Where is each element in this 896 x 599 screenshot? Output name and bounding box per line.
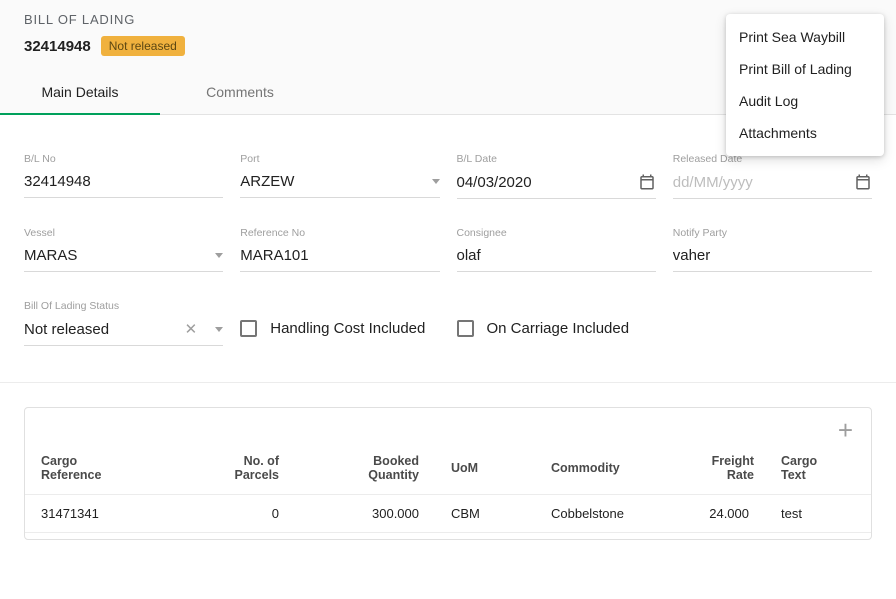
tab-main-details[interactable]: Main Details bbox=[0, 72, 160, 115]
bl-no-value: 32414948 bbox=[24, 173, 223, 190]
field-reference-no: Reference No MARA101 bbox=[240, 227, 439, 272]
checkbox-box bbox=[240, 320, 257, 337]
cell-uom: CBM bbox=[435, 495, 535, 533]
add-cargo-button[interactable]: + bbox=[838, 420, 853, 440]
section-divider bbox=[0, 382, 896, 383]
form-grid: B/L No 32414948 Port ARZEW B/L Date 04/0… bbox=[24, 153, 872, 346]
cell-booked-quantity: 300.000 bbox=[295, 495, 435, 533]
chevron-down-icon bbox=[432, 179, 440, 184]
cell-no-of-parcels: 0 bbox=[195, 495, 295, 533]
field-bl-date: B/L Date 04/03/2020 bbox=[457, 153, 656, 199]
cargo-table-header-row: Cargo Reference No. of Parcels Booked Qu… bbox=[25, 446, 871, 495]
cell-cargo-reference: 31471341 bbox=[25, 495, 195, 533]
released-date-input[interactable]: dd/MM/yyyy bbox=[673, 173, 872, 199]
bl-status-select[interactable]: Not released ✕ bbox=[24, 320, 223, 346]
checkbox-box bbox=[457, 320, 474, 337]
tab-main-details-label: Main Details bbox=[41, 84, 118, 100]
spacer bbox=[673, 300, 872, 346]
tab-comments[interactable]: Comments bbox=[160, 72, 320, 114]
menu-item-attachments[interactable]: Attachments bbox=[726, 117, 884, 149]
bl-date-input[interactable]: 04/03/2020 bbox=[457, 173, 656, 199]
vessel-value: MARAS bbox=[24, 247, 207, 264]
bl-date-value: 04/03/2020 bbox=[457, 174, 632, 191]
actions-dropdown-menu: Print Sea Waybill Print Bill of Lading A… bbox=[726, 14, 884, 156]
menu-item-print-sea-waybill[interactable]: Print Sea Waybill bbox=[726, 21, 884, 53]
tab-comments-label: Comments bbox=[206, 84, 274, 100]
table-row[interactable]: 31471341 0 300.000 CBM Cobbelstone 24.00… bbox=[25, 495, 871, 533]
bl-date-label: B/L Date bbox=[457, 153, 656, 165]
menu-item-print-bill-of-lading[interactable]: Print Bill of Lading bbox=[726, 53, 884, 85]
chevron-down-icon bbox=[215, 327, 223, 332]
reference-no-input[interactable]: MARA101 bbox=[240, 247, 439, 272]
col-header-no-of-parcels: No. of Parcels bbox=[195, 446, 295, 495]
col-header-freight-rate: Freight Rate bbox=[690, 446, 765, 495]
field-released-date: Released Date dd/MM/yyyy bbox=[673, 153, 872, 199]
field-port: Port ARZEW bbox=[240, 153, 439, 199]
chevron-down-icon bbox=[215, 253, 223, 258]
handling-cost-label: Handling Cost Included bbox=[270, 320, 425, 337]
bl-no-label: B/L No bbox=[24, 153, 223, 165]
calendar-icon[interactable] bbox=[854, 173, 872, 191]
reference-no-label: Reference No bbox=[240, 227, 439, 239]
bl-number: 32414948 bbox=[24, 38, 91, 55]
cell-commodity: Cobbelstone bbox=[535, 495, 690, 533]
consignee-value: olaf bbox=[457, 247, 656, 264]
port-value: ARZEW bbox=[240, 173, 423, 190]
status-badge: Not released bbox=[101, 36, 185, 56]
reference-no-value: MARA101 bbox=[240, 247, 439, 264]
notify-party-input[interactable]: vaher bbox=[673, 247, 872, 272]
consignee-label: Consignee bbox=[457, 227, 656, 239]
notify-party-value: vaher bbox=[673, 247, 872, 264]
consignee-input[interactable]: olaf bbox=[457, 247, 656, 272]
field-vessel: Vessel MARAS bbox=[24, 227, 223, 272]
col-header-cargo-reference: Cargo Reference bbox=[25, 446, 195, 495]
vessel-label: Vessel bbox=[24, 227, 223, 239]
field-consignee: Consignee olaf bbox=[457, 227, 656, 272]
handling-cost-checkbox[interactable]: Handling Cost Included bbox=[240, 320, 439, 337]
field-bl-no: B/L No 32414948 bbox=[24, 153, 223, 199]
field-bl-status: Bill Of Lading Status Not released ✕ bbox=[24, 300, 223, 346]
port-label: Port bbox=[240, 153, 439, 165]
notify-party-label: Notify Party bbox=[673, 227, 872, 239]
bl-status-label: Bill Of Lading Status bbox=[24, 300, 223, 312]
port-select[interactable]: ARZEW bbox=[240, 173, 439, 198]
on-carriage-label: On Carriage Included bbox=[487, 320, 630, 337]
bl-status-value: Not released bbox=[24, 321, 181, 338]
calendar-icon[interactable] bbox=[638, 173, 656, 191]
bl-no-input[interactable]: 32414948 bbox=[24, 173, 223, 198]
cell-freight-rate: 24.000 bbox=[690, 495, 765, 533]
menu-item-audit-log[interactable]: Audit Log bbox=[726, 85, 884, 117]
vessel-select[interactable]: MARAS bbox=[24, 247, 223, 272]
col-header-commodity: Commodity bbox=[535, 446, 690, 495]
on-carriage-checkbox[interactable]: On Carriage Included bbox=[457, 320, 656, 337]
col-header-cargo-text: Cargo Text bbox=[765, 446, 871, 495]
col-header-booked-quantity: Booked Quantity bbox=[295, 446, 435, 495]
cell-cargo-text: test bbox=[765, 495, 871, 533]
cargo-table: Cargo Reference No. of Parcels Booked Qu… bbox=[25, 446, 871, 533]
clear-icon[interactable]: ✕ bbox=[185, 320, 198, 338]
cargo-table-card: + Cargo Reference No. of Parcels Booked … bbox=[24, 407, 872, 540]
col-header-uom: UoM bbox=[435, 446, 535, 495]
cargo-table-toolbar: + bbox=[25, 408, 871, 440]
released-date-placeholder: dd/MM/yyyy bbox=[673, 174, 848, 191]
field-notify-party: Notify Party vaher bbox=[673, 227, 872, 272]
